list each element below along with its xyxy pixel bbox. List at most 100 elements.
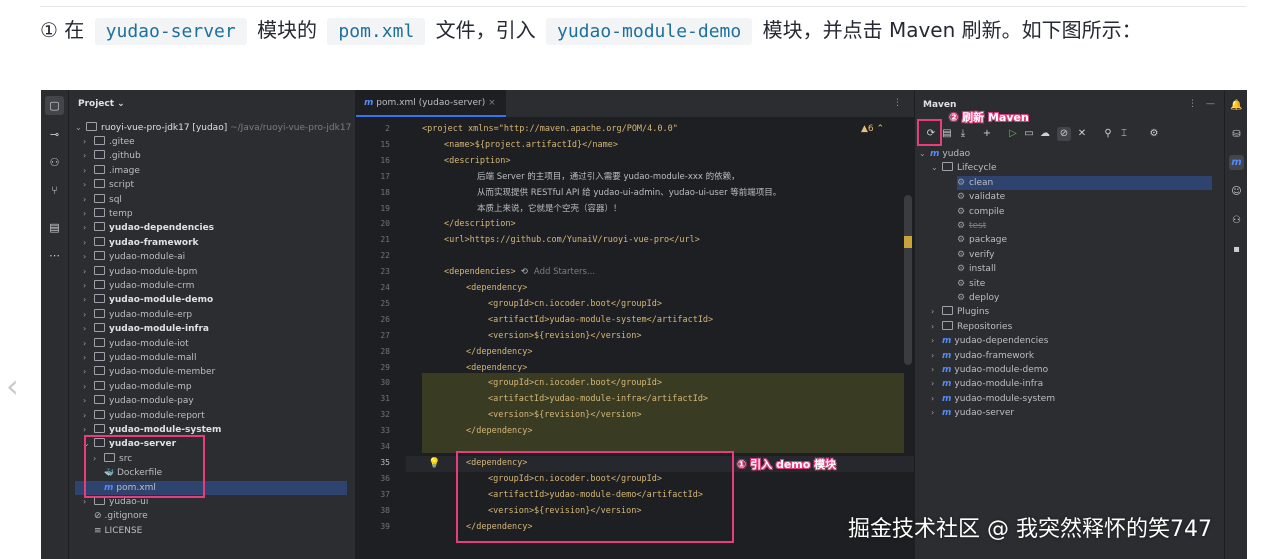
intention-bulb-icon[interactable]: 💡 (428, 458, 440, 469)
code-line[interactable]: <name>${project.artifactId}</name> (444, 137, 618, 153)
notifications-icon[interactable]: 🔔 (1229, 98, 1244, 113)
maven-lifecycle-folder[interactable]: ⌄ Lifecycle (931, 161, 996, 175)
tree-expand-icon[interactable]: › (83, 337, 94, 351)
project-tree-item[interactable]: › yudao-module-report (83, 409, 205, 423)
maven-module-item[interactable]: › m yudao-module-system (931, 392, 1055, 406)
project-tree-item[interactable]: › yudao-module-mp (83, 380, 192, 394)
maven-root-project[interactable]: ⌄ m yudao (919, 147, 970, 161)
diagram-icon[interactable]: ⌶ (1117, 127, 1131, 141)
execute-goal-icon[interactable]: ▭ (1022, 127, 1036, 141)
maven-module-item[interactable]: › m yudao-server (931, 406, 1014, 420)
project-tree-item[interactable]: › yudao-module-demo (83, 293, 213, 307)
maven-goal-compile[interactable]: ⚙ compile (957, 205, 1004, 219)
project-tree-item[interactable]: › script (83, 178, 134, 192)
project-root[interactable]: ⌄ ruoyi-vue-pro-jdk17 [yudao] ~/Java/ruoy… (75, 121, 351, 135)
project-folder-icon[interactable]: ▢ (45, 96, 64, 115)
terminal-icon[interactable]: ▪ (1229, 242, 1244, 257)
code-line[interactable]: <version>${revision}</version> (488, 328, 642, 344)
maven-settings-icon[interactable]: ⚙ (1147, 127, 1161, 141)
code-line[interactable]: <description> (444, 153, 511, 169)
code-line[interactable]: <dependency> (466, 360, 527, 376)
tree-expand-icon[interactable]: › (83, 365, 94, 379)
maven-hide-icon[interactable]: — (1206, 99, 1215, 109)
tree-expand-icon[interactable]: › (83, 207, 94, 221)
code-line[interactable]: <artifactId>yudao-module-system</artifac… (488, 312, 713, 328)
project-tree-item[interactable]: › .gitee (83, 135, 135, 149)
maven-goal-install[interactable]: ⚙ install (957, 262, 996, 276)
tree-expand-icon[interactable]: › (83, 322, 94, 336)
project-tree-item[interactable]: › yudao-dependencies (83, 221, 214, 235)
show-dependencies-icon[interactable]: ⚲ (1101, 127, 1115, 141)
project-tree-item[interactable]: › yudao-module-erp (83, 308, 192, 322)
code-line[interactable]: <groupId>cn.iocoder.boot</groupId> (488, 375, 662, 391)
previous-image-chevron-icon[interactable]: ‹ (6, 367, 19, 405)
maven-module-item[interactable]: › m yudao-module-demo (931, 363, 1048, 377)
generate-sources-icon[interactable]: ▤ (940, 127, 954, 141)
project-tree-item[interactable]: › yudao-module-bpm (83, 265, 197, 279)
toggle-offline-icon[interactable]: ☁ (1038, 127, 1052, 141)
project-tree-item[interactable]: › yudao-module-crm (83, 279, 194, 293)
project-tree-item[interactable]: › yudao-framework (83, 236, 199, 250)
bookmarks-icon[interactable]: ▤ (45, 218, 64, 237)
tree-expand-icon[interactable]: › (83, 394, 94, 408)
project-tree-item[interactable]: m pom.xml (93, 481, 156, 495)
maven-options-icon[interactable]: ⋮ (1188, 99, 1197, 109)
code-line[interactable]: <url>https://github.com/YunaiV/ruoyi-vue… (444, 232, 700, 248)
tree-expand-icon[interactable]: › (83, 250, 94, 264)
project-tree-item[interactable]: › yudao-module-iot (83, 337, 189, 351)
tree-expand-icon[interactable]: › (83, 279, 94, 293)
code-line[interactable]: </dependency> (466, 423, 533, 439)
code-line[interactable]: <project xmlns="http://maven.apache.org/… (422, 121, 678, 137)
download-sources-icon[interactable]: ⤓ (956, 127, 970, 141)
project-tree-item[interactable]: › temp (83, 207, 133, 221)
project-tree-item[interactable]: › yudao-module-pay (83, 394, 194, 408)
project-tree-item[interactable]: › yudao-module-mall (83, 351, 196, 365)
tab-pom-xml[interactable]: m pom.xml (yudao-server) × (356, 90, 506, 117)
ai-assistant-icon[interactable]: ⚇ (1229, 213, 1244, 228)
maven-module-item[interactable]: › m yudao-module-infra (931, 377, 1043, 391)
tree-expand-icon[interactable]: › (83, 193, 94, 207)
maven-goal-validate[interactable]: ⚙ validate (957, 190, 1005, 204)
tree-expand-icon[interactable]: › (83, 351, 94, 365)
project-tree-item[interactable]: › .github (83, 149, 141, 163)
tree-expand-icon[interactable]: › (83, 149, 94, 163)
project-tree-item[interactable]: › yudao-module-ai (83, 250, 185, 264)
add-maven-project-icon[interactable]: + (980, 127, 994, 141)
tree-expand-icon[interactable]: › (83, 380, 94, 394)
maven-module-item[interactable]: › m yudao-dependencies (931, 334, 1048, 348)
code-line[interactable]: 后端 Server 的主项目，通过引入需要 yudao-module-xxx 的… (477, 169, 740, 185)
tree-expand-icon[interactable]: › (83, 135, 94, 149)
project-tree-item[interactable]: ⊘ .gitignore (83, 509, 148, 523)
project-tree-item[interactable]: › sql (83, 193, 122, 207)
maven-goal-site[interactable]: ⚙ site (957, 277, 985, 291)
tree-expand-icon[interactable]: › (83, 164, 94, 178)
maven-goal-deploy[interactable]: ⚙ deploy (957, 291, 999, 305)
tree-expand-icon[interactable]: › (83, 293, 94, 307)
project-panel-title[interactable]: Project ⌄ (78, 99, 125, 109)
maven-goal-clean[interactable]: ⚙ clean (957, 175, 1212, 190)
run-maven-build-icon[interactable]: ▷ (1006, 127, 1020, 141)
add-starters-hint[interactable]: Add Starters... (534, 267, 595, 277)
code-line[interactable]: <dependency> (466, 280, 527, 296)
maven-goal-package[interactable]: ⚙ package (957, 233, 1007, 247)
tree-expand-icon[interactable]: › (83, 221, 94, 235)
project-tree-item[interactable]: › yudao-module-member (83, 365, 215, 379)
copilot-icon[interactable]: ☺ (1229, 184, 1244, 199)
pull-requests-icon[interactable]: ⑂ (45, 181, 64, 200)
more-icon[interactable]: ⋯ (45, 246, 64, 265)
maven-plugins-folder[interactable]: › Plugins (931, 305, 989, 319)
code-line[interactable]: 本质上来说，它就是个空壳（容器）！ (477, 201, 622, 217)
skip-tests-icon[interactable]: ⊘ (1057, 127, 1071, 141)
tree-expand-icon[interactable]: › (83, 236, 94, 250)
structure-icon[interactable]: ⚇ (45, 153, 64, 172)
code-line[interactable]: </description> (444, 216, 516, 232)
maven-repositories-folder[interactable]: › Repositories (931, 320, 1012, 334)
editor-menu-icon[interactable]: ⋮ (893, 98, 902, 108)
project-tree-item[interactable]: › yudao-module-infra (83, 322, 209, 336)
commit-icon[interactable]: ⊸ (45, 125, 64, 144)
tree-expand-icon[interactable]: › (83, 308, 94, 322)
tree-expand-icon[interactable]: › (83, 265, 94, 279)
code-line[interactable]: 从而实现提供 RESTful API 给 yudao-ui-admin、yuda… (477, 185, 781, 201)
project-tree-item[interactable]: › .image (83, 164, 140, 178)
maven-module-item[interactable]: › m yudao-framework (931, 349, 1034, 363)
